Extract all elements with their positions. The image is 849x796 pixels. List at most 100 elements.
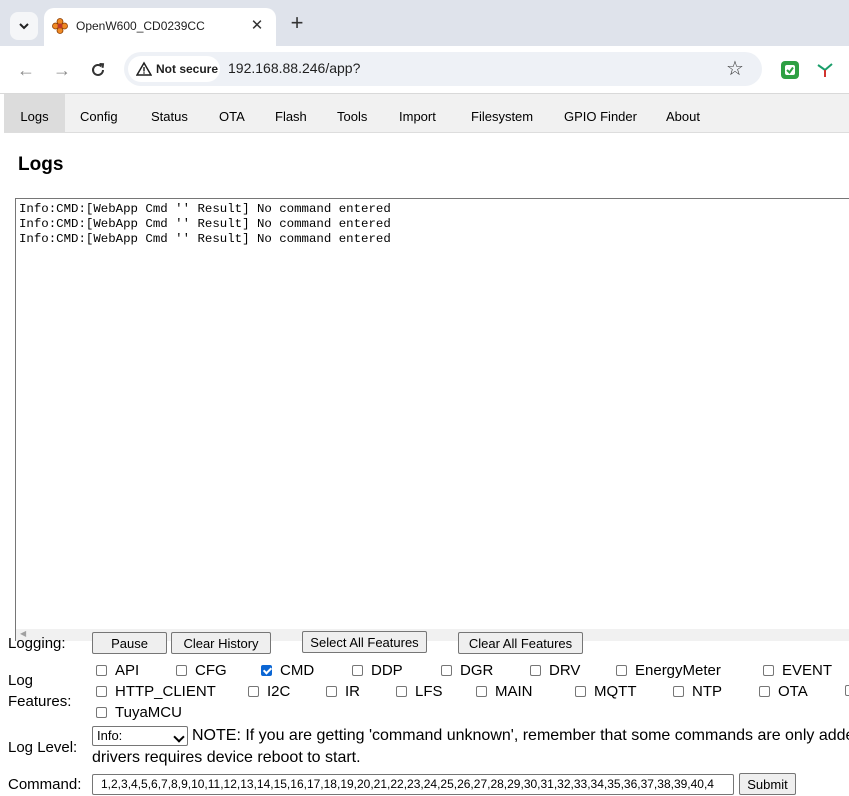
checkbox[interactable] [530,664,541,676]
feature-checkbox-i2c[interactable]: I2C [248,682,290,700]
tab-title: OpenW600_CD0239CC [76,19,205,33]
dropdown-arrow-icon [173,731,185,743]
checkbox[interactable] [96,664,107,676]
url-text[interactable]: 192.168.88.246/app? [228,60,360,76]
feature-checkbox-event[interactable]: EVENT [763,661,832,679]
new-tab-button[interactable]: + [285,12,309,36]
pause-button[interactable]: Pause [92,632,167,654]
nav-tab-status[interactable]: Status [151,94,188,132]
nav-tab-config[interactable]: Config [80,94,118,132]
feature-checkbox-ir[interactable]: IR [326,682,360,700]
feature-checkbox-energymeter[interactable]: EnergyMeter [616,661,721,679]
feature-label: EVENT [782,661,833,679]
feature-label: IR [345,682,360,700]
clear-history-button[interactable]: Clear History [171,632,271,654]
feature-label: CFG [195,661,227,679]
feature-checkbox-cfg[interactable]: CFG [176,661,227,679]
feature-checkbox-lfs[interactable]: LFS [396,682,443,700]
nav-tab-about[interactable]: About [666,94,700,132]
feature-label: I2C [267,682,291,700]
feature-label: DDP [371,661,403,679]
address-bar[interactable]: Not secure 192.168.88.246/app? ☆ [124,52,762,86]
checkbox[interactable] [96,685,107,697]
feature-label: MQTT [594,682,637,700]
feature-checkbox-tuyamcu[interactable]: TuyaMCU [96,703,182,721]
checkbox[interactable] [763,664,774,676]
browser-toolbar: ← → Not secure 192.168.88.246/app? ☆ [0,46,849,94]
nav-tab-import[interactable]: Import [399,94,436,132]
log-textarea[interactable]: Info:CMD:[WebApp Cmd '' Result] No comma… [15,198,849,641]
checkbox[interactable] [476,685,487,697]
feature-label: LFS [415,682,443,700]
feature-checkbox-ota[interactable]: OTA [759,682,808,700]
submit-button[interactable]: Submit [739,773,796,795]
close-icon[interactable]: ✕ [248,17,266,35]
app-nav: Logs Config Status OTA Flash Tools Impor… [4,94,849,133]
feature-label: TuyaMCU [115,703,182,721]
extension-icon[interactable] [780,60,800,80]
nav-tab-gpio-finder[interactable]: GPIO Finder [564,94,637,132]
tab-search-button[interactable] [10,12,38,40]
feature-checkbox-dgr[interactable]: DGR [441,661,493,679]
forward-arrow-icon[interactable]: → [50,58,74,82]
nav-tab-filesystem[interactable]: Filesystem [471,94,533,132]
log-level-selected: Info: [97,728,123,743]
feature-label: API [115,661,140,679]
bookmark-star-icon[interactable]: ☆ [726,58,744,80]
feature-checkbox-cmd[interactable]: CMD [261,661,314,679]
feature-checkbox-mqtt[interactable]: MQTT [575,682,637,700]
checkbox-offscreen[interactable] [845,685,849,696]
select-all-features-button[interactable]: Select All Features [302,631,427,653]
log-features-label-2: Features: [8,693,72,710]
feature-label: EnergyMeter [635,661,721,679]
feature-label: DRV [549,661,581,679]
feature-label: NTP [692,682,722,700]
checkbox[interactable] [673,685,684,697]
nav-tab-tools[interactable]: Tools [337,94,367,132]
clear-all-features-button[interactable]: Clear All Features [458,632,583,654]
checkbox[interactable] [248,685,259,697]
chevron-down-icon [19,23,29,30]
checkbox[interactable] [96,706,107,718]
security-chip[interactable]: Not secure [128,56,220,82]
feature-checkbox-api[interactable]: API [96,661,139,679]
hummingbird-extension-icon[interactable] [815,60,835,80]
checkbox[interactable] [759,685,770,697]
feature-checkbox-ddp[interactable]: DDP [352,661,403,679]
checkbox[interactable] [176,664,187,676]
checkbox[interactable] [352,664,363,676]
log-features-label: Log [8,672,34,689]
checkbox[interactable] [326,685,337,697]
checkbox[interactable] [441,664,452,676]
command-label: Command: [8,776,82,793]
reload-icon[interactable] [86,58,110,82]
feature-checkbox-main[interactable]: MAIN [476,682,533,700]
feature-label: MAIN [495,682,533,700]
feature-label: HTTP_CLIENT [115,682,216,700]
nav-tab-logs[interactable]: Logs [4,94,65,132]
page-title: Logs [18,154,64,175]
security-label: Not secure [156,62,219,76]
checkbox[interactable] [396,685,407,697]
log-level-note-2: drivers requires device reboot to start. [92,749,361,766]
command-input[interactable]: 1,2,3,4,5,6,7,8,9,10,11,12,13,14,15,16,1… [92,774,734,795]
nav-tab-ota[interactable]: OTA [219,94,245,132]
browser-tabstrip: OpenW600_CD0239CC ✕ + [0,0,849,46]
feature-label: CMD [280,661,315,679]
feature-checkbox-ntp[interactable]: NTP [673,682,722,700]
nav-tab-flash[interactable]: Flash [275,94,307,132]
log-level-select[interactable]: Info: [92,726,188,746]
browser-tab-active[interactable]: OpenW600_CD0239CC ✕ [44,8,276,46]
checkbox[interactable] [575,685,586,697]
logging-label: Logging: [8,635,66,652]
warning-triangle-icon [136,61,152,76]
checkbox[interactable] [616,664,627,676]
log-level-label: Log Level: [8,739,78,756]
feature-checkbox-http-client[interactable]: HTTP_CLIENT [96,682,216,700]
feature-label: OTA [778,682,808,700]
checkbox[interactable] [261,664,272,676]
feature-label: DGR [460,661,494,679]
feature-checkbox-drv[interactable]: DRV [530,661,580,679]
flower-favicon-icon [52,18,68,34]
back-arrow-icon[interactable]: ← [14,58,38,82]
